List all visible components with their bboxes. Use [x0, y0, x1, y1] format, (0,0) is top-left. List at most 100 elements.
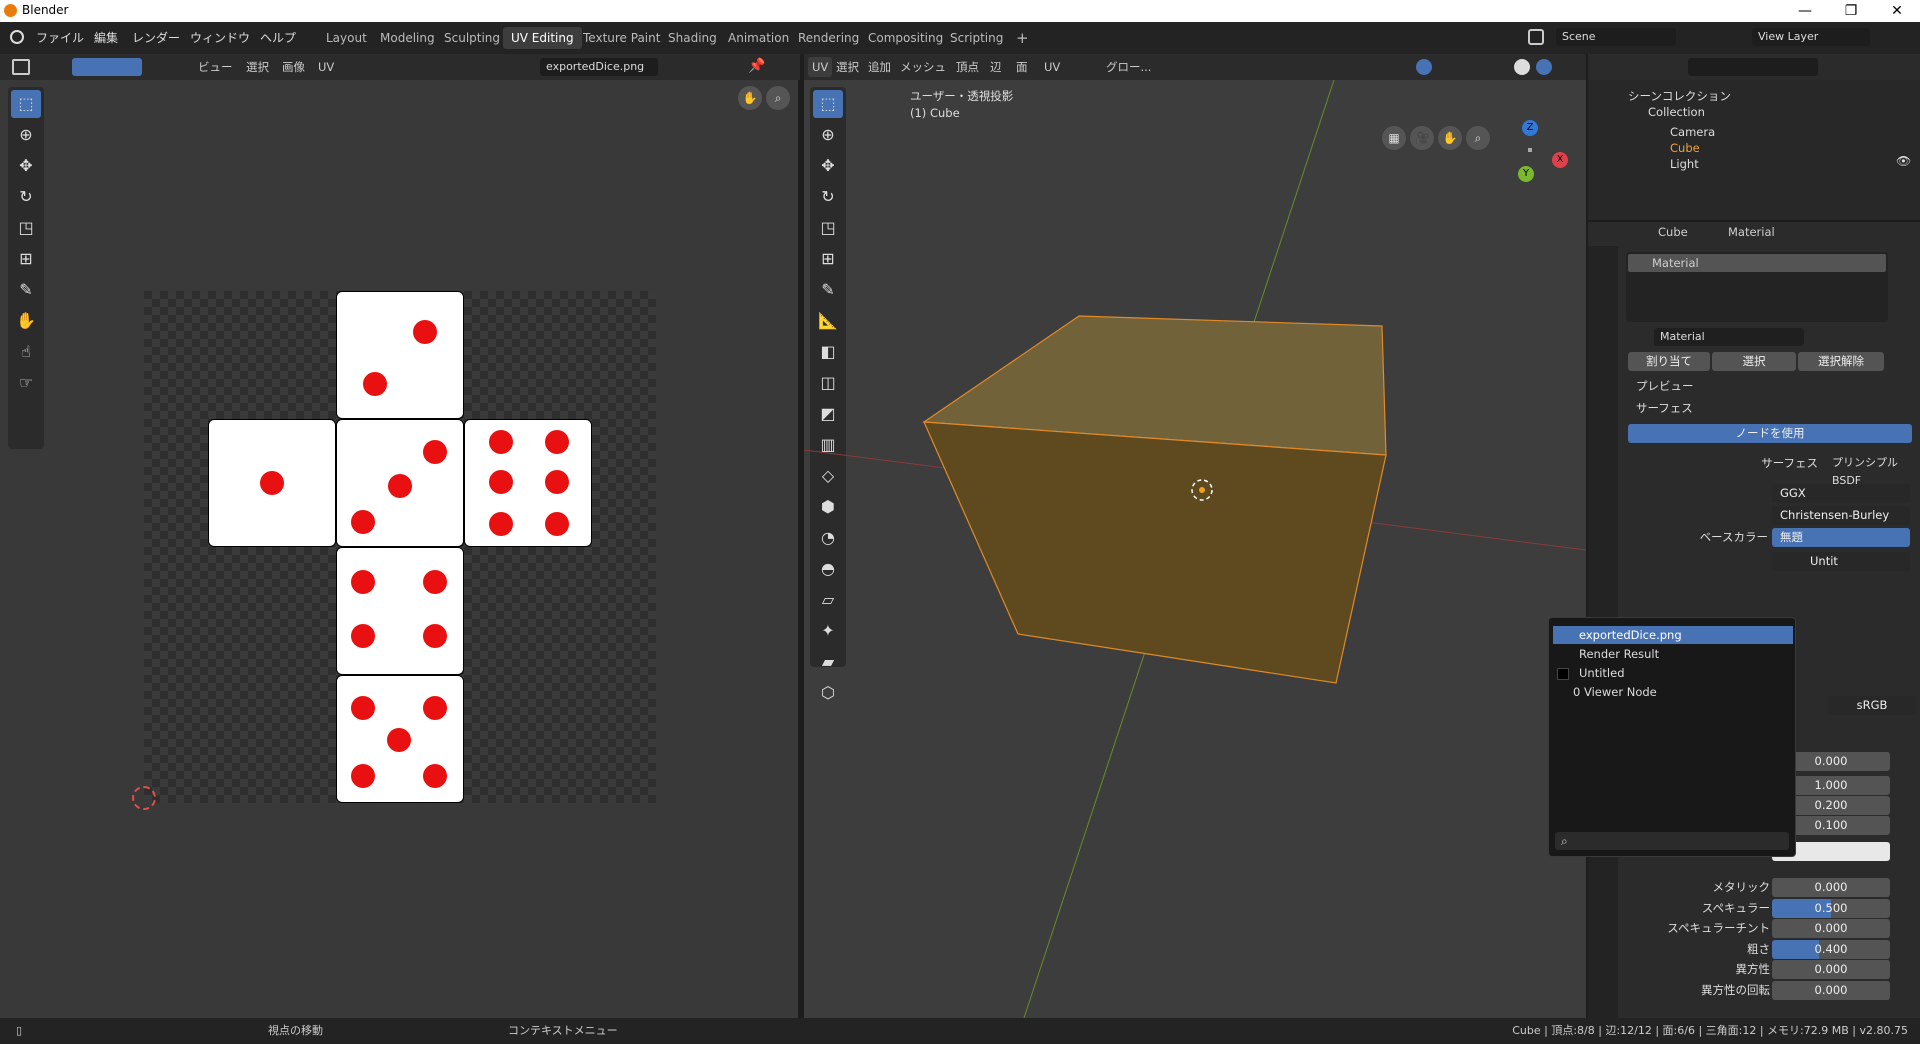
tab-rendering[interactable]: Rendering — [790, 27, 867, 49]
select-button[interactable]: 選択 — [1712, 352, 1796, 371]
tab-compositing[interactable]: Compositing — [860, 27, 951, 49]
image-name-field[interactable]: exportedDice.png — [540, 58, 658, 76]
pan-view-icon[interactable]: ✋ — [738, 86, 762, 110]
gizmo-x-axis[interactable]: X — [1552, 152, 1568, 168]
vp-menu-face[interactable]: 面 — [1016, 54, 1028, 80]
dice-face-four[interactable] — [336, 547, 464, 675]
relax-icon[interactable]: ☝ — [11, 338, 41, 366]
popup-item-exported-dice[interactable]: exportedDice.png — [1553, 626, 1793, 644]
prop-row-slider[interactable]: 0.000 — [1772, 960, 1890, 979]
material-name-field[interactable]: Material — [1654, 328, 1804, 346]
assign-button[interactable]: 割り当て — [1628, 352, 1710, 371]
menu-edit[interactable]: 編集 — [94, 22, 118, 54]
scale-icon[interactable]: ◳ — [11, 214, 41, 242]
2d-cursor-icon[interactable] — [132, 786, 156, 810]
overlay-icon[interactable] — [1416, 59, 1432, 75]
tab-scripting[interactable]: Scripting — [942, 27, 1011, 49]
gizmo-y-axis[interactable]: Y — [1518, 166, 1534, 182]
tab-sculpting[interactable]: Sculpting — [436, 27, 508, 49]
annotate-icon[interactable]: ✎ — [11, 276, 41, 304]
minimize-button[interactable]: — — [1782, 0, 1828, 22]
popup-search-input[interactable]: ⌕ — [1555, 832, 1789, 850]
select-mode-buttons[interactable] — [72, 58, 142, 76]
dice-face-one[interactable] — [208, 419, 336, 547]
prop-row-slider[interactable]: 0.500 — [1772, 898, 1890, 918]
pan-view-icon[interactable]: ✋ — [1438, 126, 1462, 150]
surface-section[interactable]: サーフェス — [1636, 398, 1693, 418]
distribution-dropdown[interactable]: GGX — [1772, 484, 1910, 503]
tab-layout[interactable]: Layout — [318, 27, 375, 49]
uv-menu-image[interactable]: 画像 — [282, 54, 305, 80]
vp-menu-add[interactable]: 追加 — [868, 54, 891, 80]
uv-menu-select[interactable]: 選択 — [246, 54, 269, 80]
menu-window[interactable]: ウィンドウ — [190, 22, 250, 54]
zoom-view-icon[interactable]: ⌕ — [1466, 126, 1490, 150]
menu-render[interactable]: レンダー — [132, 22, 180, 54]
uv-menu-uv[interactable]: UV — [318, 54, 334, 80]
vp-menu-mesh[interactable]: メッシュ — [900, 54, 946, 80]
grid-view-icon[interactable]: ▦ — [1382, 126, 1406, 150]
popup-item-untitled[interactable]: Untitled — [1553, 664, 1793, 682]
vp-menu-vertex[interactable]: 頂点 — [956, 54, 979, 80]
tab-modeling[interactable]: Modeling — [372, 27, 443, 49]
pinch-icon[interactable]: ☞ — [11, 369, 41, 397]
pin-icon[interactable]: 📌 — [748, 58, 765, 74]
menu-file[interactable]: ファイル — [36, 22, 84, 54]
popup-item-viewer-node[interactable]: 0 Viewer Node — [1553, 683, 1793, 701]
prop-row-slider[interactable]: 0.400 — [1772, 939, 1890, 959]
scene-field[interactable]: Scene — [1556, 28, 1676, 46]
popup-item-render-result[interactable]: Render Result — [1553, 645, 1793, 663]
camera-view-icon[interactable]: 🎥 — [1410, 126, 1434, 150]
vp-menu-select[interactable]: 選択 — [836, 54, 859, 80]
blender-menu-icon[interactable] — [10, 30, 24, 44]
image-browse-popup[interactable]: exportedDice.png Render Result Untitled … — [1548, 617, 1796, 857]
dice-face-two[interactable] — [336, 291, 464, 419]
prop-row-slider[interactable]: 0.000 — [1772, 919, 1890, 938]
base-color-field[interactable]: 無題 — [1772, 528, 1910, 547]
tab-shading[interactable]: Shading — [660, 27, 725, 49]
preview-section[interactable]: プレビュー — [1636, 376, 1694, 396]
material-shading-icon[interactable] — [1536, 59, 1552, 75]
surface-shader-field[interactable]: プリンシプルBSDF — [1826, 454, 1920, 487]
mode-selector[interactable]: UV — [808, 57, 833, 77]
visibility-eye-icon[interactable]: 👁 — [1896, 154, 1911, 168]
transform-orientation[interactable]: グロー... — [1106, 54, 1151, 80]
dice-face-five[interactable] — [336, 675, 464, 803]
cursor-icon[interactable]: ⊕ — [11, 121, 41, 149]
viewport-scene[interactable] — [804, 80, 1586, 1018]
outliner-search-input[interactable] — [1688, 58, 1818, 76]
uv-editor[interactable]: ビュー 選択 画像 UV exportedDice.png 📌 ⬚ ⊕ ✥ ↻ … — [0, 54, 800, 1018]
zoom-view-icon[interactable]: ⌕ — [766, 86, 790, 110]
uv-menu-view[interactable]: ビュー — [198, 54, 233, 80]
tab-animation[interactable]: Animation — [720, 27, 797, 49]
image-datablock-field[interactable]: Untit — [1772, 552, 1910, 571]
outliner[interactable]: シーンコレクション Collection Camera Cube Light 👁 — [1588, 54, 1920, 220]
outliner-item-light[interactable]: Light — [1652, 154, 1699, 174]
dice-face-six[interactable] — [464, 419, 592, 547]
material-slot-list[interactable]: Material — [1626, 252, 1888, 322]
grab-icon[interactable]: ✋ — [11, 307, 41, 335]
transform-icon[interactable]: ⊞ — [11, 245, 41, 273]
menu-help[interactable]: ヘルプ — [260, 22, 296, 54]
material-slot[interactable]: Material — [1628, 254, 1886, 272]
colorspace-dropdown[interactable]: sRGB — [1828, 696, 1916, 715]
gizmo-z-axis[interactable]: Z — [1522, 120, 1538, 136]
collection-item[interactable]: Collection — [1648, 102, 1705, 122]
move-icon[interactable]: ✥ — [11, 152, 41, 180]
prop-row-slider[interactable]: 0.000 — [1772, 980, 1890, 1000]
tab-uv-editing[interactable]: UV Editing — [503, 27, 582, 49]
prop-row-slider[interactable]: 0.000 — [1772, 878, 1890, 897]
use-nodes-button[interactable]: ノードを使用 — [1628, 424, 1912, 443]
view-layer-field[interactable]: View Layer — [1752, 28, 1870, 46]
add-workspace-button[interactable]: + — [1008, 27, 1037, 49]
rotate-icon[interactable]: ↻ — [11, 183, 41, 211]
vp-menu-uv[interactable]: UV — [1044, 54, 1060, 80]
3d-viewport[interactable]: UV 選択 追加 メッシュ 頂点 辺 面 UV グロー... ユーザー・透視投影… — [804, 54, 1586, 1018]
uv-image-canvas[interactable] — [144, 291, 656, 803]
select-box-icon[interactable]: ⬚ — [11, 90, 41, 118]
navigation-gizmo[interactable]: Z X Y — [1494, 116, 1572, 194]
deselect-button[interactable]: 選択解除 — [1798, 352, 1884, 371]
close-button[interactable]: ✕ — [1874, 0, 1920, 22]
subsurface-method-dropdown[interactable]: Christensen-Burley — [1772, 506, 1910, 525]
solid-shading-icon[interactable] — [1514, 59, 1530, 75]
